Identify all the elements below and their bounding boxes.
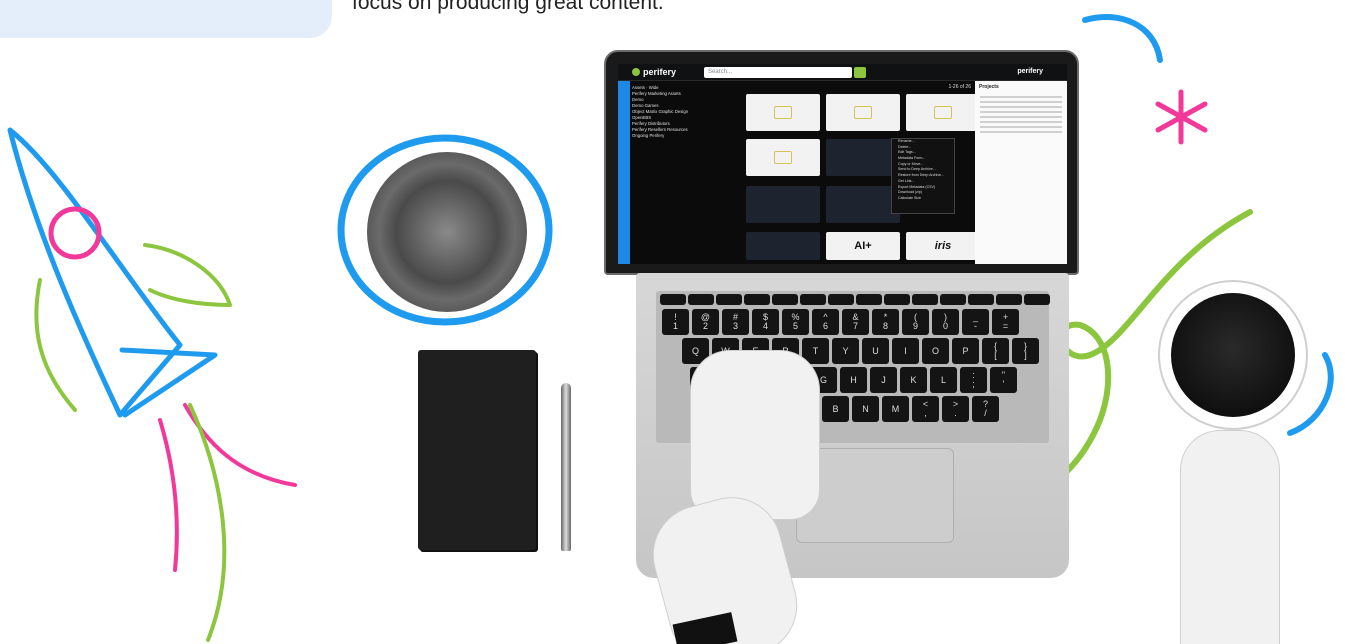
keyboard-key: ! 1 bbox=[662, 309, 689, 335]
menu-item: Calculate Size bbox=[898, 195, 921, 200]
succulent-photo bbox=[367, 152, 527, 312]
folder-tile bbox=[746, 94, 820, 131]
context-menu: Rename... Delete... Edit Tags... Metadat… bbox=[891, 138, 955, 214]
video-tile bbox=[746, 186, 820, 223]
panel-line bbox=[980, 126, 1062, 128]
folder-tile bbox=[746, 139, 820, 176]
pen bbox=[561, 383, 571, 551]
rocket-doodle bbox=[7, 127, 297, 642]
left-hand bbox=[690, 350, 820, 520]
app-logo: periferу bbox=[632, 67, 676, 77]
keyboard-key: N bbox=[852, 396, 879, 422]
function-key bbox=[800, 294, 826, 305]
keyboard-key: L bbox=[930, 367, 957, 393]
keyboard-key: ( 9 bbox=[902, 309, 929, 335]
keyboard-key: & 7 bbox=[842, 309, 869, 335]
ai-plus-tile: AI+ bbox=[826, 232, 900, 260]
keyboard-key: H bbox=[840, 367, 867, 393]
keyboard-key: Y bbox=[832, 338, 859, 364]
keyboard-key: ) 0 bbox=[932, 309, 959, 335]
panel-line bbox=[980, 106, 1062, 108]
keyboard-key: ^ 6 bbox=[812, 309, 839, 335]
laptop-screen: periferу Search... periferу Assets · Wid… bbox=[618, 64, 1067, 264]
video-tile bbox=[826, 186, 900, 223]
function-key bbox=[772, 294, 798, 305]
keyboard-key: # 3 bbox=[722, 309, 749, 335]
folder-tile bbox=[826, 94, 900, 131]
function-key bbox=[688, 294, 714, 305]
function-key bbox=[912, 294, 938, 305]
coffee bbox=[1171, 293, 1295, 417]
function-key bbox=[968, 294, 994, 305]
function-key bbox=[996, 294, 1022, 305]
notebook bbox=[418, 350, 536, 550]
keyboard-key: _ - bbox=[962, 309, 989, 335]
panel-line bbox=[980, 101, 1062, 103]
coffee-cup bbox=[1158, 280, 1308, 430]
app-sidebar bbox=[618, 81, 630, 264]
iris-tile: iris bbox=[906, 232, 980, 260]
info-panel: Projects bbox=[975, 81, 1067, 264]
keyboard-key: M bbox=[882, 396, 909, 422]
function-key bbox=[1024, 294, 1050, 305]
laptop-lid: periferу Search... periferу Assets · Wid… bbox=[604, 50, 1079, 275]
keyboard-key: " ' bbox=[990, 367, 1017, 393]
app-right-logo: periferу bbox=[1017, 68, 1043, 75]
folder-icon bbox=[854, 106, 872, 119]
folder-tree: Assets · Wide Periferу Marketing Assets … bbox=[632, 85, 744, 139]
video-tile bbox=[826, 139, 900, 176]
folder-icon bbox=[774, 151, 792, 164]
app-topbar: periferу Search... periferу bbox=[618, 64, 1067, 81]
keyboard-key: $ 4 bbox=[752, 309, 779, 335]
keyboard-key: ? / bbox=[972, 396, 999, 422]
scene: focus on producing great content. perife… bbox=[0, 0, 1345, 644]
keyboard-key: U bbox=[862, 338, 889, 364]
keyboard-key: J bbox=[870, 367, 897, 393]
result-counter: 1-26 of 26 bbox=[948, 84, 971, 90]
right-hand bbox=[1180, 430, 1280, 644]
tree-item: Ongoing Periferу bbox=[632, 133, 665, 138]
keyboard-key: B bbox=[822, 396, 849, 422]
keyboard-key: * 8 bbox=[872, 309, 899, 335]
keyboard-key: > . bbox=[942, 396, 969, 422]
keyboard-key: O bbox=[922, 338, 949, 364]
keyboard-key: : ; bbox=[960, 367, 987, 393]
keyboard-key: @ 2 bbox=[692, 309, 719, 335]
function-key bbox=[660, 294, 686, 305]
panel-line bbox=[980, 121, 1062, 123]
app-search-input: Search... bbox=[704, 67, 852, 78]
keyboard-key: { [ bbox=[982, 338, 1009, 364]
search-icon bbox=[854, 67, 866, 78]
panel-line bbox=[980, 96, 1062, 98]
function-key bbox=[828, 294, 854, 305]
keyboard-key: % 5 bbox=[782, 309, 809, 335]
keyboard-key: I bbox=[892, 338, 919, 364]
keyboard-key: < , bbox=[912, 396, 939, 422]
keyboard-key: P bbox=[952, 338, 979, 364]
function-key bbox=[744, 294, 770, 305]
function-key bbox=[940, 294, 966, 305]
panel-line bbox=[980, 131, 1062, 133]
arc-doodle bbox=[1082, 13, 1163, 63]
keyboard-key: K bbox=[900, 367, 927, 393]
function-key bbox=[716, 294, 742, 305]
panel-title: Projects bbox=[979, 84, 999, 90]
function-key bbox=[884, 294, 910, 305]
folder-tile bbox=[906, 94, 980, 131]
video-tile bbox=[746, 232, 820, 260]
keyboard-key: + = bbox=[992, 309, 1019, 335]
keyboard-key: } ] bbox=[1012, 338, 1039, 364]
panel-line bbox=[980, 111, 1062, 113]
panel-line bbox=[980, 116, 1062, 118]
folder-icon bbox=[774, 106, 792, 119]
asterisk-doodle bbox=[1155, 89, 1208, 145]
function-key bbox=[856, 294, 882, 305]
folder-icon bbox=[934, 106, 952, 119]
